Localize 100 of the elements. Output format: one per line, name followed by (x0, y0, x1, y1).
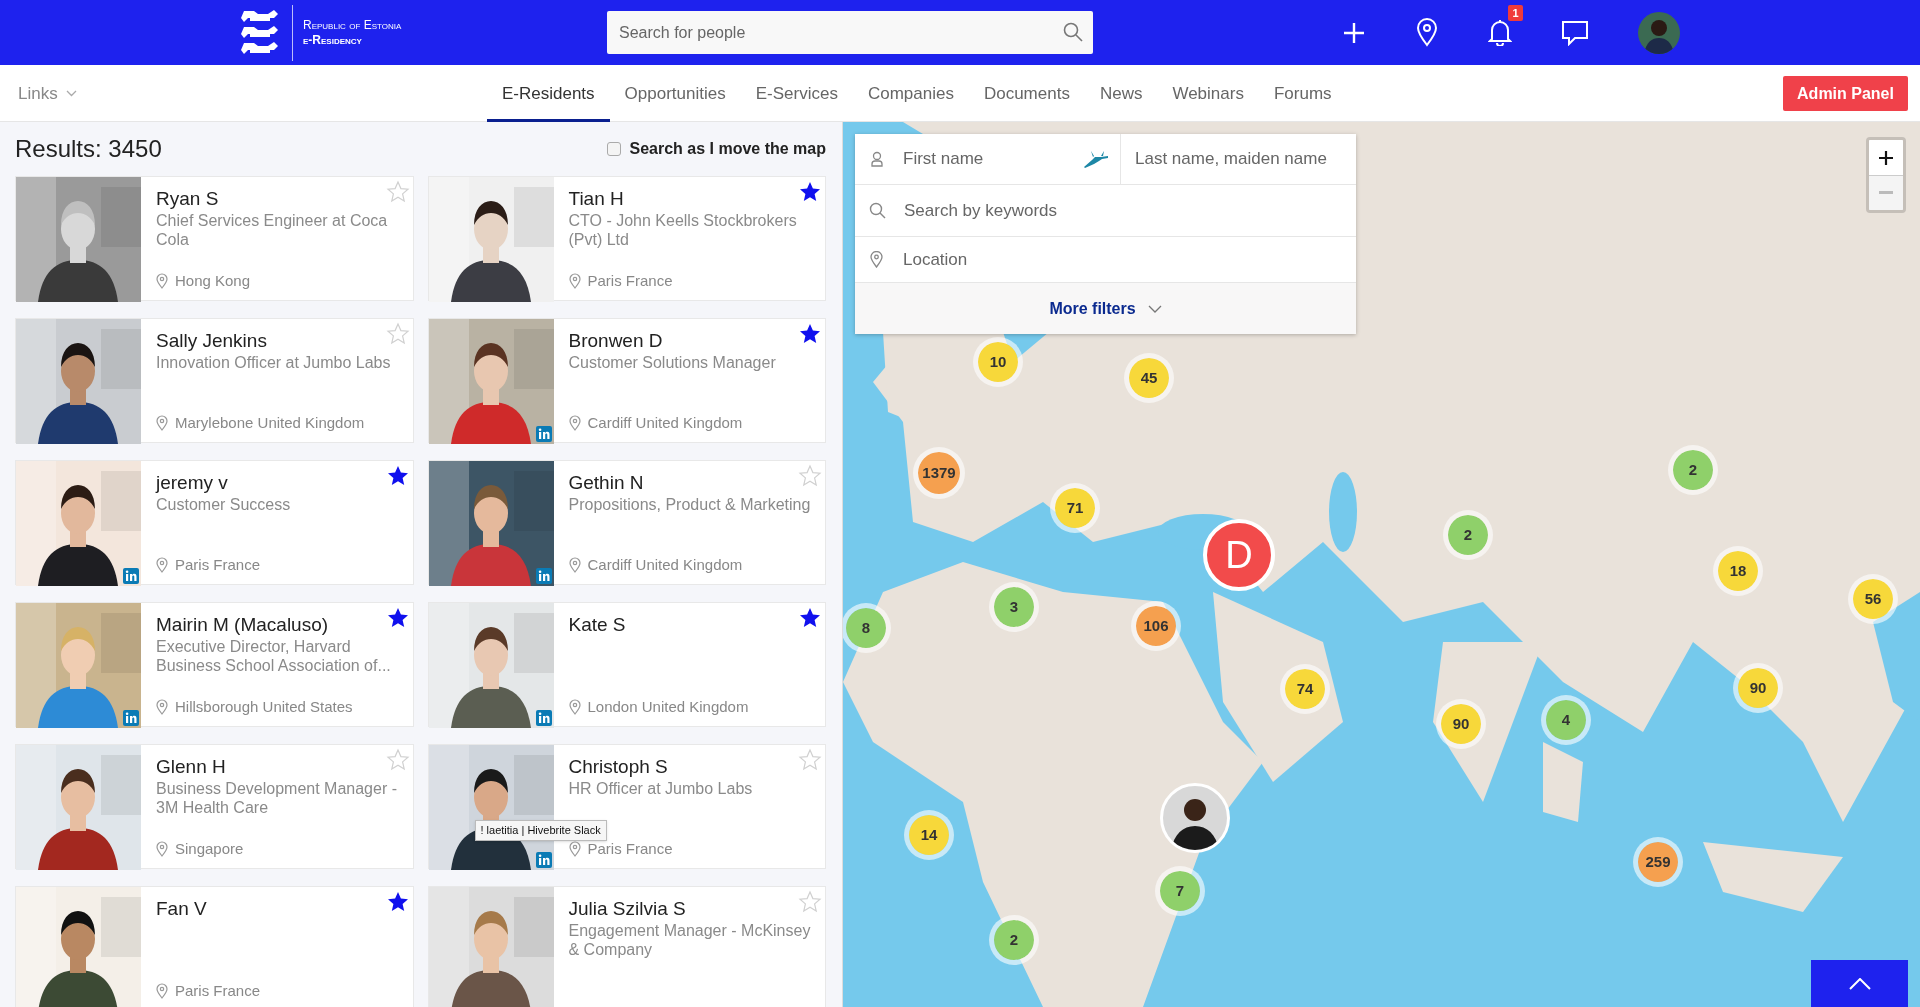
notifications-icon[interactable] (1488, 18, 1512, 46)
search-icon (1063, 22, 1083, 42)
person-name[interactable]: Gethin N (568, 471, 785, 495)
location-field[interactable]: Location (903, 246, 1356, 273)
location-pin-icon (156, 414, 168, 431)
person-location: Cardiff United Kingdom (587, 412, 743, 433)
person-title: CTO - John Keells Stockbrokers (Pvt) Ltd (568, 211, 798, 249)
location-pin-icon (568, 414, 581, 431)
person-card[interactable]: Glenn H Business Development Manager - 3M Health Care Singapore (15, 744, 414, 869)
nav-tab[interactable]: Forums (1258, 65, 1347, 122)
person-location: Cardiff United Kingdom (587, 554, 743, 575)
location-pin-icon (568, 840, 581, 857)
chat-icon[interactable] (1561, 20, 1589, 46)
person-name[interactable]: Glenn H (156, 755, 373, 779)
user-icon (871, 151, 883, 167)
logo-text: Republic of Estonia (303, 17, 402, 33)
linkedin-icon[interactable] (123, 568, 139, 584)
last-name-field[interactable]: Last name, maiden name (1121, 134, 1356, 184)
person-name[interactable]: jeremy v (156, 471, 373, 495)
chevron-up-icon (1848, 977, 1871, 990)
admin-panel-button[interactable]: Admin Panel (1783, 76, 1908, 111)
person-name[interactable]: Tian H (568, 187, 785, 211)
zoom-in-button[interactable] (1869, 140, 1903, 176)
person-card[interactable]: jeremy v Customer Success Paris France (15, 460, 414, 585)
person-card[interactable]: Mairin M (Macaluso) Executive Director, Harvard Business School Association of... Hillsborough United States (15, 602, 414, 727)
star-icon[interactable] (798, 464, 822, 488)
nav-tab[interactable]: Companies (852, 65, 969, 122)
person-card[interactable]: Kate S London United Kingdom (427, 602, 826, 727)
person-card[interactable]: Ryan S Chief Services Engineer at Coca Cola Hong Kong (15, 176, 414, 301)
notification-badge: 1 (1508, 5, 1523, 21)
search-icon (869, 202, 886, 219)
person-card[interactable]: Christoph S HR Officer at Jumbo Labs ! laetitia | Hivebrite Slack Paris France (427, 744, 826, 869)
tooltip: ! laetitia | Hivebrite Slack (474, 820, 607, 841)
person-card[interactable]: Tian H CTO - John Keells Stockbrokers (Pvt) Ltd Paris France (427, 176, 826, 301)
person-title: Customer Solutions Manager (568, 353, 777, 372)
person-name[interactable]: Christoph S (568, 755, 785, 779)
location-pin-icon (156, 982, 168, 999)
person-title: Customer Success (156, 495, 292, 514)
nav-tab[interactable]: Webinars (1157, 65, 1259, 122)
location-pin-icon (568, 698, 581, 715)
person-location: Paris France (587, 838, 673, 859)
person-location: Hillsborough United States (175, 696, 353, 717)
person-card[interactable]: Fan V Paris France (15, 886, 414, 1007)
keywords-field[interactable]: Search by keywords (904, 197, 1356, 224)
person-location: Singapore (175, 838, 244, 859)
person-location: Paris France (175, 554, 261, 575)
person-name[interactable]: Mairin M (Macaluso) (156, 613, 373, 637)
person-title: HR Officer at Jumbo Labs (568, 779, 754, 798)
links-menu[interactable]: Links (18, 81, 77, 107)
person-title: Business Development Manager - 3M Health Care (156, 779, 398, 817)
location-pin-icon (156, 556, 168, 573)
nav-tab[interactable]: Opportunities (609, 65, 741, 122)
location-pin-icon (156, 272, 168, 289)
person-card[interactable]: Sally Jenkins Innovation Officer at Jumbo Labs Marylebone United Kingdom (15, 318, 414, 443)
chevron-down-icon (65, 90, 77, 98)
location-pin-icon (870, 251, 883, 268)
person-location: Paris France (587, 270, 673, 291)
first-name-field[interactable]: First name (903, 146, 1083, 172)
avatar[interactable] (1638, 12, 1680, 54)
person-title: Innovation Officer at Jumbo Labs (156, 353, 392, 372)
person-title: Executive Director, Harvard Business School Association of... (156, 637, 392, 675)
person-card[interactable]: Gethin N Propositions, Product & Marketing Cardiff United Kingdom (427, 460, 826, 585)
checkbox[interactable] (607, 142, 622, 156)
location-pin-icon[interactable] (1415, 17, 1439, 47)
linkedin-icon[interactable] (123, 710, 139, 726)
search-field[interactable]: Search for people (607, 11, 1093, 54)
person-title: Engagement Manager - McKinsey & Company (568, 921, 812, 959)
person-card[interactable]: Julia Szilvia S Engagement Manager - McKinsey & Company (427, 886, 826, 1007)
plus-icon (1878, 149, 1894, 166)
person-name[interactable]: Fan V (156, 897, 373, 921)
more-filters-button[interactable]: More filters (1049, 296, 1162, 321)
checkbox-label: Search as I move the map (629, 139, 826, 159)
person-location: Paris France (175, 980, 261, 1001)
star-icon[interactable] (385, 180, 410, 204)
star-icon[interactable] (385, 748, 410, 772)
star-icon[interactable] (798, 748, 822, 772)
star-icon[interactable] (385, 322, 410, 346)
location-pin-icon (156, 698, 168, 715)
nav-tab[interactable]: News (1084, 65, 1158, 122)
person-title: Chief Services Engineer at Coca Cola (156, 211, 389, 249)
person-name[interactable]: Bronwen D (568, 329, 785, 353)
chevron-down-icon (1147, 304, 1162, 313)
person-title: Propositions, Product & Marketing (568, 495, 812, 514)
person-location: London United Kingdom (587, 696, 749, 717)
minus-icon (1879, 191, 1893, 195)
logo-text: e-Residency (303, 32, 363, 48)
location-pin-icon (156, 840, 168, 857)
star-icon[interactable] (798, 890, 822, 914)
person-name[interactable]: Sally Jenkins (156, 329, 373, 353)
person-name[interactable]: Julia Szilvia S (568, 897, 785, 921)
person-card[interactable]: Bronwen D Customer Solutions Manager Cardiff United Kingdom (427, 318, 826, 443)
nav-tab[interactable]: Documents (968, 65, 1085, 122)
person-name[interactable]: Kate S (568, 613, 785, 637)
person-name[interactable]: Ryan S (156, 187, 373, 211)
antelope-icon (1083, 150, 1109, 168)
person-location: Marylebone United Kingdom (175, 412, 365, 433)
person-location: Hong Kong (175, 270, 251, 291)
results-count: Results: 3450 (15, 134, 162, 164)
nav-tab[interactable]: E-Services (740, 65, 853, 122)
location-pin-icon (568, 272, 581, 289)
